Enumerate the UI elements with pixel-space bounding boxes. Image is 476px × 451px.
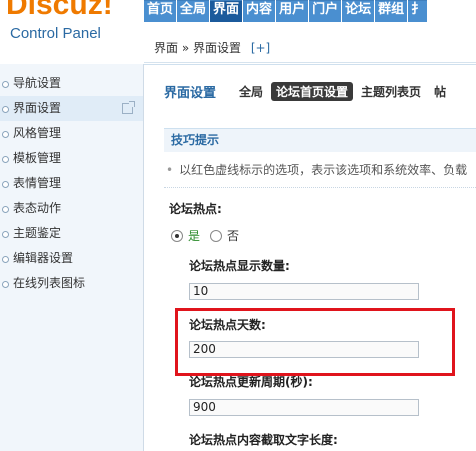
bullet-icon (2, 206, 9, 213)
breadcrumb: 界面 » 界面设置 [+] (144, 34, 476, 63)
sidebar-item-smilies[interactable]: 表情管理 (0, 171, 143, 196)
bullet-icon: • (166, 163, 174, 177)
forum-hot-yes-radio[interactable] (171, 229, 183, 242)
forum-hot-label: 论坛热点: (169, 202, 222, 216)
sidebar-item-label: 界面设置 (13, 101, 62, 115)
top-navigation: 首页 全局 界面 内容 用户 门户 论坛 群组 扌 (144, 0, 428, 22)
sidebar-item-label: 表情管理 (13, 176, 62, 190)
forum-hot-radio-group: 是 否 (171, 227, 239, 244)
sidebar-item-styles[interactable]: 风格管理 (0, 121, 143, 146)
tips-heading: 技巧提示 (164, 128, 476, 152)
sidebar-item-label: 导航设置 (13, 76, 62, 90)
sidebar-item-navigation[interactable]: 导航设置 (0, 71, 143, 96)
bullet-icon (2, 156, 9, 163)
tips-text-content: 以红色虚线标示的选项，表示该选项和系统效率、负载 (179, 163, 468, 177)
forum-hot-yes-label: 是 (188, 229, 201, 243)
sidebar-item-label: 风格管理 (13, 126, 62, 140)
bullet-icon (2, 231, 9, 238)
topnav-global[interactable]: 全局 (177, 0, 210, 22)
sidebar-item-label: 模板管理 (13, 151, 62, 165)
page-title: 界面设置 (164, 85, 217, 101)
main-content: 界面设置 全局 论坛首页设置 主题列表页 帖 技巧提示 • 以红色虚线标示的选项，… (144, 64, 476, 451)
discuz-logo[interactable]: Discuz! (6, 0, 113, 20)
forum-hot-no-label: 否 (227, 229, 240, 243)
forum-hot-no-radio[interactable] (210, 229, 223, 242)
bullet-icon (2, 131, 9, 138)
sidebar-item-label: 表态动作 (13, 201, 62, 215)
tab-thread-list[interactable]: 主题列表页 (356, 82, 426, 101)
topnav-portal[interactable]: 门户 (309, 0, 342, 22)
bullet-icon (2, 106, 9, 113)
sidebar-item-thread-stamps[interactable]: 主题鉴定 (0, 221, 143, 246)
topnav-interface[interactable]: 界面 (210, 0, 243, 22)
hot-period-input[interactable] (189, 399, 419, 416)
topnav-home[interactable]: 首页 (144, 0, 177, 22)
bullet-icon (2, 281, 9, 288)
hot-length-label: 论坛热点内容截取文字长度: (189, 433, 338, 447)
add-shortcut-button[interactable]: [+] (251, 41, 270, 55)
tab-forum-index[interactable]: 论坛首页设置 (271, 81, 354, 101)
tips-text: • 以红色虚线标示的选项，表示该选项和系统效率、负载 (166, 161, 467, 178)
sidebar-item-label: 在线列表图标 (13, 276, 86, 290)
sidebar: 导航设置 界面设置 风格管理 模板管理 表情管理 表态动作 主题鉴定 编辑器设置… (0, 64, 144, 451)
tab-global[interactable]: 全局 (234, 82, 268, 101)
sidebar-item-editor[interactable]: 编辑器设置 (0, 246, 143, 271)
breadcrumb-path: 界面 » 界面设置 (154, 41, 241, 55)
sidebar-item-online-icons[interactable]: 在线列表图标 (0, 271, 143, 296)
bullet-icon (2, 81, 9, 88)
topnav-groups[interactable]: 群组 (375, 0, 408, 22)
sidebar-item-label: 主题鉴定 (13, 226, 62, 240)
open-new-window-icon[interactable] (122, 101, 135, 114)
hot-count-label: 论坛热点显示数量: (189, 259, 290, 273)
page-header: 界面设置 全局 论坛首页设置 主题列表页 帖 (164, 81, 454, 101)
tab-thread-view[interactable]: 帖 (429, 82, 451, 101)
topnav-forum[interactable]: 论坛 (342, 0, 375, 22)
control-panel-subtitle: Control Panel (10, 25, 101, 42)
sidebar-item-interface-settings[interactable]: 界面设置 (0, 96, 143, 121)
sidebar-item-templates[interactable]: 模板管理 (0, 146, 143, 171)
highlight-annotation-box (175, 308, 455, 376)
topnav-users[interactable]: 用户 (276, 0, 309, 22)
hot-count-input[interactable] (189, 283, 419, 300)
topnav-more[interactable]: 扌 (408, 0, 428, 22)
sidebar-item-label: 编辑器设置 (13, 251, 74, 265)
bullet-icon (2, 181, 9, 188)
sidebar-item-reactions[interactable]: 表态动作 (0, 196, 143, 221)
divider (164, 187, 476, 188)
bullet-icon (2, 256, 9, 263)
topnav-content[interactable]: 内容 (243, 0, 276, 22)
